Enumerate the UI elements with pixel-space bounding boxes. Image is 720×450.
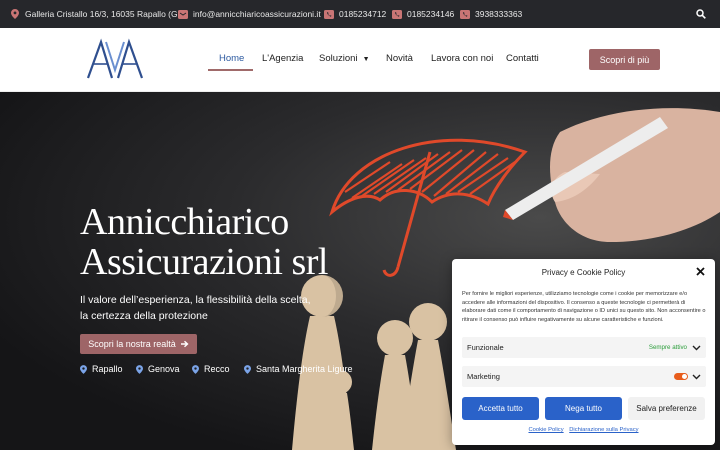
nav-agenzia[interactable]: L'Agenzia	[262, 53, 303, 64]
nav-active-indicator	[208, 69, 253, 71]
marketing-toggle[interactable]	[674, 373, 688, 380]
scopri-realta-label: Scopri la nostra realtà	[88, 339, 176, 349]
phone-contact-3[interactable]: 3938333363	[460, 0, 522, 28]
location-item: Rapallo	[80, 364, 123, 374]
marketing-cookie-row[interactable]: Marketing	[462, 366, 706, 387]
close-icon[interactable]	[696, 267, 705, 276]
cookie-links: Cookie Policy Dichiarazione sulla Privac…	[452, 427, 715, 433]
hero-title-line-2: Assicurazioni srl	[80, 241, 328, 283]
cookie-policy-link[interactable]: Cookie Policy	[528, 427, 563, 433]
phone-icon	[460, 9, 470, 19]
phone-contact-1[interactable]: 0185234712	[324, 0, 386, 28]
search-icon[interactable]	[696, 9, 706, 19]
chevron-down-icon[interactable]	[692, 345, 701, 351]
map-pin-icon	[244, 364, 251, 374]
nav-lavora[interactable]: Lavora con noi	[431, 53, 493, 64]
hero-title-line-1: Annicchiarico	[80, 201, 289, 243]
marketing-label: Marketing	[467, 372, 500, 381]
hero-subtitle-line-2: la certezza della protezione	[80, 310, 208, 322]
save-preferences-button[interactable]: Salva preferenze	[628, 397, 705, 420]
nav-home[interactable]: Home	[219, 53, 244, 64]
phone-contact-2[interactable]: 0185234146	[392, 0, 454, 28]
location-label: Santa Margherita Ligure	[256, 364, 353, 374]
privacy-statement-link[interactable]: Dichiarazione sulla Privacy	[569, 427, 638, 433]
location-item: Recco	[192, 364, 230, 374]
nav-soluzioni-label: Soluzioni	[319, 53, 358, 64]
accept-all-button[interactable]: Accetta tutto	[462, 397, 539, 420]
always-active-status: Sempre attivo	[648, 344, 687, 351]
location-label: Rapallo	[92, 364, 123, 374]
location-item: Santa Margherita Ligure	[244, 364, 353, 374]
map-pin-icon	[192, 364, 199, 374]
phone-text-1: 0185234712	[339, 9, 387, 19]
arrow-right-icon	[180, 340, 189, 348]
nav-contatti[interactable]: Contatti	[506, 53, 539, 64]
cookie-dialog-title: Privacy e Cookie Policy	[541, 268, 626, 277]
functional-cookie-row[interactable]: Funzionale Sempre attivo	[462, 337, 706, 358]
cookie-consent-dialog: Privacy e Cookie Policy Per fornire le m…	[452, 259, 715, 445]
location-label: Genova	[148, 364, 180, 374]
email-contact[interactable]: info@annicchiaricoassicurazioni.it	[178, 0, 321, 28]
phone-text-2: 0185234146	[407, 9, 455, 19]
functional-label: Funzionale	[467, 343, 504, 352]
scopri-realta-button[interactable]: Scopri la nostra realtà	[80, 334, 197, 354]
cookie-description: Per fornire le migliori esperienze, util…	[462, 291, 706, 324]
map-pin-icon	[80, 364, 87, 374]
location-item: Genova	[136, 364, 180, 374]
phone-text-3: 3938333363	[475, 9, 523, 19]
address-text: Galleria Cristallo 16/3, 16035 Rapallo (…	[25, 9, 187, 19]
deny-all-button[interactable]: Nega tutto	[545, 397, 622, 420]
hero-subtitle-line-1: Il valore dell’esperienza, la flessibili…	[80, 294, 311, 306]
scopri-di-piu-button[interactable]: Scopri di più	[589, 49, 660, 70]
hero-title: Annicchiarico Assicurazioni srl	[80, 202, 328, 282]
site-header: Home L'Agenzia Soluzioni ▼ Novità Lavora …	[0, 28, 720, 92]
hero-subtitle: Il valore dell’esperienza, la flessibili…	[80, 292, 311, 324]
phone-icon	[392, 9, 402, 19]
phone-icon	[324, 9, 334, 19]
company-logo[interactable]	[86, 38, 144, 80]
map-pin-icon	[136, 364, 143, 374]
location-label: Recco	[204, 364, 230, 374]
nav-soluzioni[interactable]: Soluzioni ▼	[319, 53, 370, 64]
top-bar: Galleria Cristallo 16/3, 16035 Rapallo (…	[0, 0, 720, 28]
caret-down-icon: ▼	[362, 56, 370, 63]
email-text: info@annicchiaricoassicurazioni.it	[193, 9, 321, 19]
email-icon	[178, 9, 188, 19]
map-pin-icon	[10, 9, 20, 19]
nav-novita[interactable]: Novità	[386, 53, 413, 64]
address-contact[interactable]: Galleria Cristallo 16/3, 16035 Rapallo (…	[10, 0, 186, 28]
chevron-down-icon[interactable]	[692, 374, 701, 380]
